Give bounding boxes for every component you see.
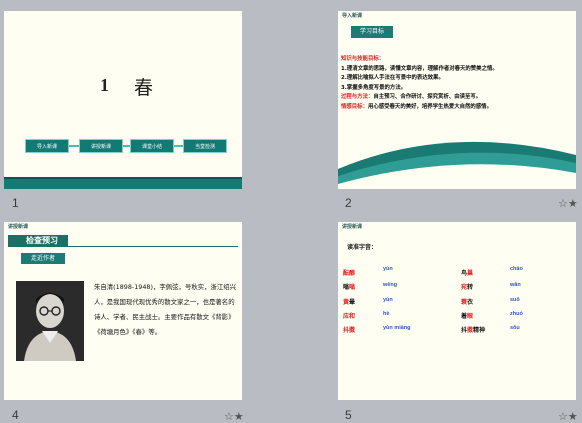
goal-line: 1.理清文章的思路，读懂文章内容，理解作者对春天的赞美之情。: [341, 65, 498, 72]
slide-4[interactable]: 讲授新课 检查预习 走近作者 朱自清(1898-1948)，字佩弦，号秋实，浙江…: [4, 222, 242, 400]
author-photo: [16, 281, 84, 361]
vocab-word: 鸟巢: [461, 270, 474, 277]
star-icon[interactable]: ☆★: [224, 410, 244, 423]
vocab-word: 应和: [343, 313, 356, 320]
goals-list: 知识与技能目标： 1.理清文章的思路，读懂文章内容，理解作者对春天的赞美之情。 …: [341, 55, 573, 112]
pinyin: hè: [383, 311, 390, 317]
goal-line: 2.理解比喻拟人手法在写景中的表达效果。: [341, 75, 444, 81]
connector: [69, 145, 79, 147]
pinyin: yùn: [383, 297, 393, 303]
pinyin: yùn miàng: [383, 325, 411, 331]
vocab-word: 抖擞: [343, 327, 356, 334]
slide-5[interactable]: 讲授新课 读准字音： 酝酿 yùn 嗡嗡 wēng 黄晕 yùn 应和 hè 抖…: [338, 222, 576, 400]
wave-decoration: [338, 141, 576, 189]
slide-tag: 讲授新课: [342, 224, 363, 230]
slide-title-number: 1: [100, 75, 109, 95]
header-underline: [8, 246, 238, 247]
star-icon[interactable]: ☆★: [558, 410, 578, 423]
goal-line: 3.掌握多角度写景的方法。: [341, 84, 407, 91]
nav-button-teach[interactable]: 讲授新课: [79, 139, 123, 153]
star-icon[interactable]: ☆★: [558, 197, 578, 210]
goal-line: 过程与方法：自主预习、合作研讨、探究赏析、由读至写。: [341, 94, 482, 100]
vocab-word: 蓑衣: [461, 299, 474, 306]
author-bio: 朱自清(1898-1948)，字佩弦，号秋实，浙江绍兴人，是我国现代现优秀的散文…: [94, 283, 237, 336]
section-lead: 读准字音：: [347, 244, 378, 251]
nav-button-summary[interactable]: 课堂小结: [130, 139, 174, 153]
vocab-word: 抖擞精神: [461, 327, 486, 334]
footer-band: [4, 179, 242, 189]
slide-number: 4: [12, 408, 19, 422]
nav-button-test[interactable]: 当堂检测: [183, 139, 227, 153]
pinyin: zhuó: [510, 311, 523, 317]
pinyin: sǒu: [510, 325, 520, 331]
section-header: 检查预习: [26, 236, 58, 245]
nav-button-intro[interactable]: 导入新课: [25, 139, 69, 153]
pinyin: yùn: [383, 266, 393, 272]
vocab-word: 酝酿: [343, 270, 356, 277]
slide-2[interactable]: 导入新课 学习目标 知识与技能目标： 1.理清文章的思路，读懂文章内容，理解作者…: [338, 11, 576, 189]
author-label: 走近作者: [21, 253, 65, 264]
vocab-word: 嗡嗡: [343, 284, 356, 291]
slide-number: 5: [345, 408, 352, 422]
slide-number: 2: [345, 196, 352, 210]
slide-title: 春: [134, 77, 154, 99]
goal-line: 知识与技能目标：: [341, 56, 385, 62]
slide-number: 1: [12, 196, 19, 210]
slide-1[interactable]: 1 春 导入新课 讲授新课 课堂小结 当堂检测: [4, 11, 242, 189]
pinyin: suō: [510, 297, 520, 303]
vocab-word: 宛转: [461, 284, 474, 291]
pinyin: wēng: [383, 282, 398, 288]
vocab-word: 着眼: [461, 313, 474, 320]
goal-line: 情感目标：用心感受春天的美好，培养学生热爱大自然的感情。: [341, 103, 492, 110]
slide-tag: 讲授新课: [8, 224, 29, 230]
vocab-word: 黄晕: [343, 299, 356, 306]
pinyin: cháo: [510, 266, 523, 272]
pinyin: wǎn: [510, 282, 521, 288]
slide-tag: 导入新课: [342, 13, 363, 19]
learning-goals-label: 学习目标: [351, 26, 393, 38]
